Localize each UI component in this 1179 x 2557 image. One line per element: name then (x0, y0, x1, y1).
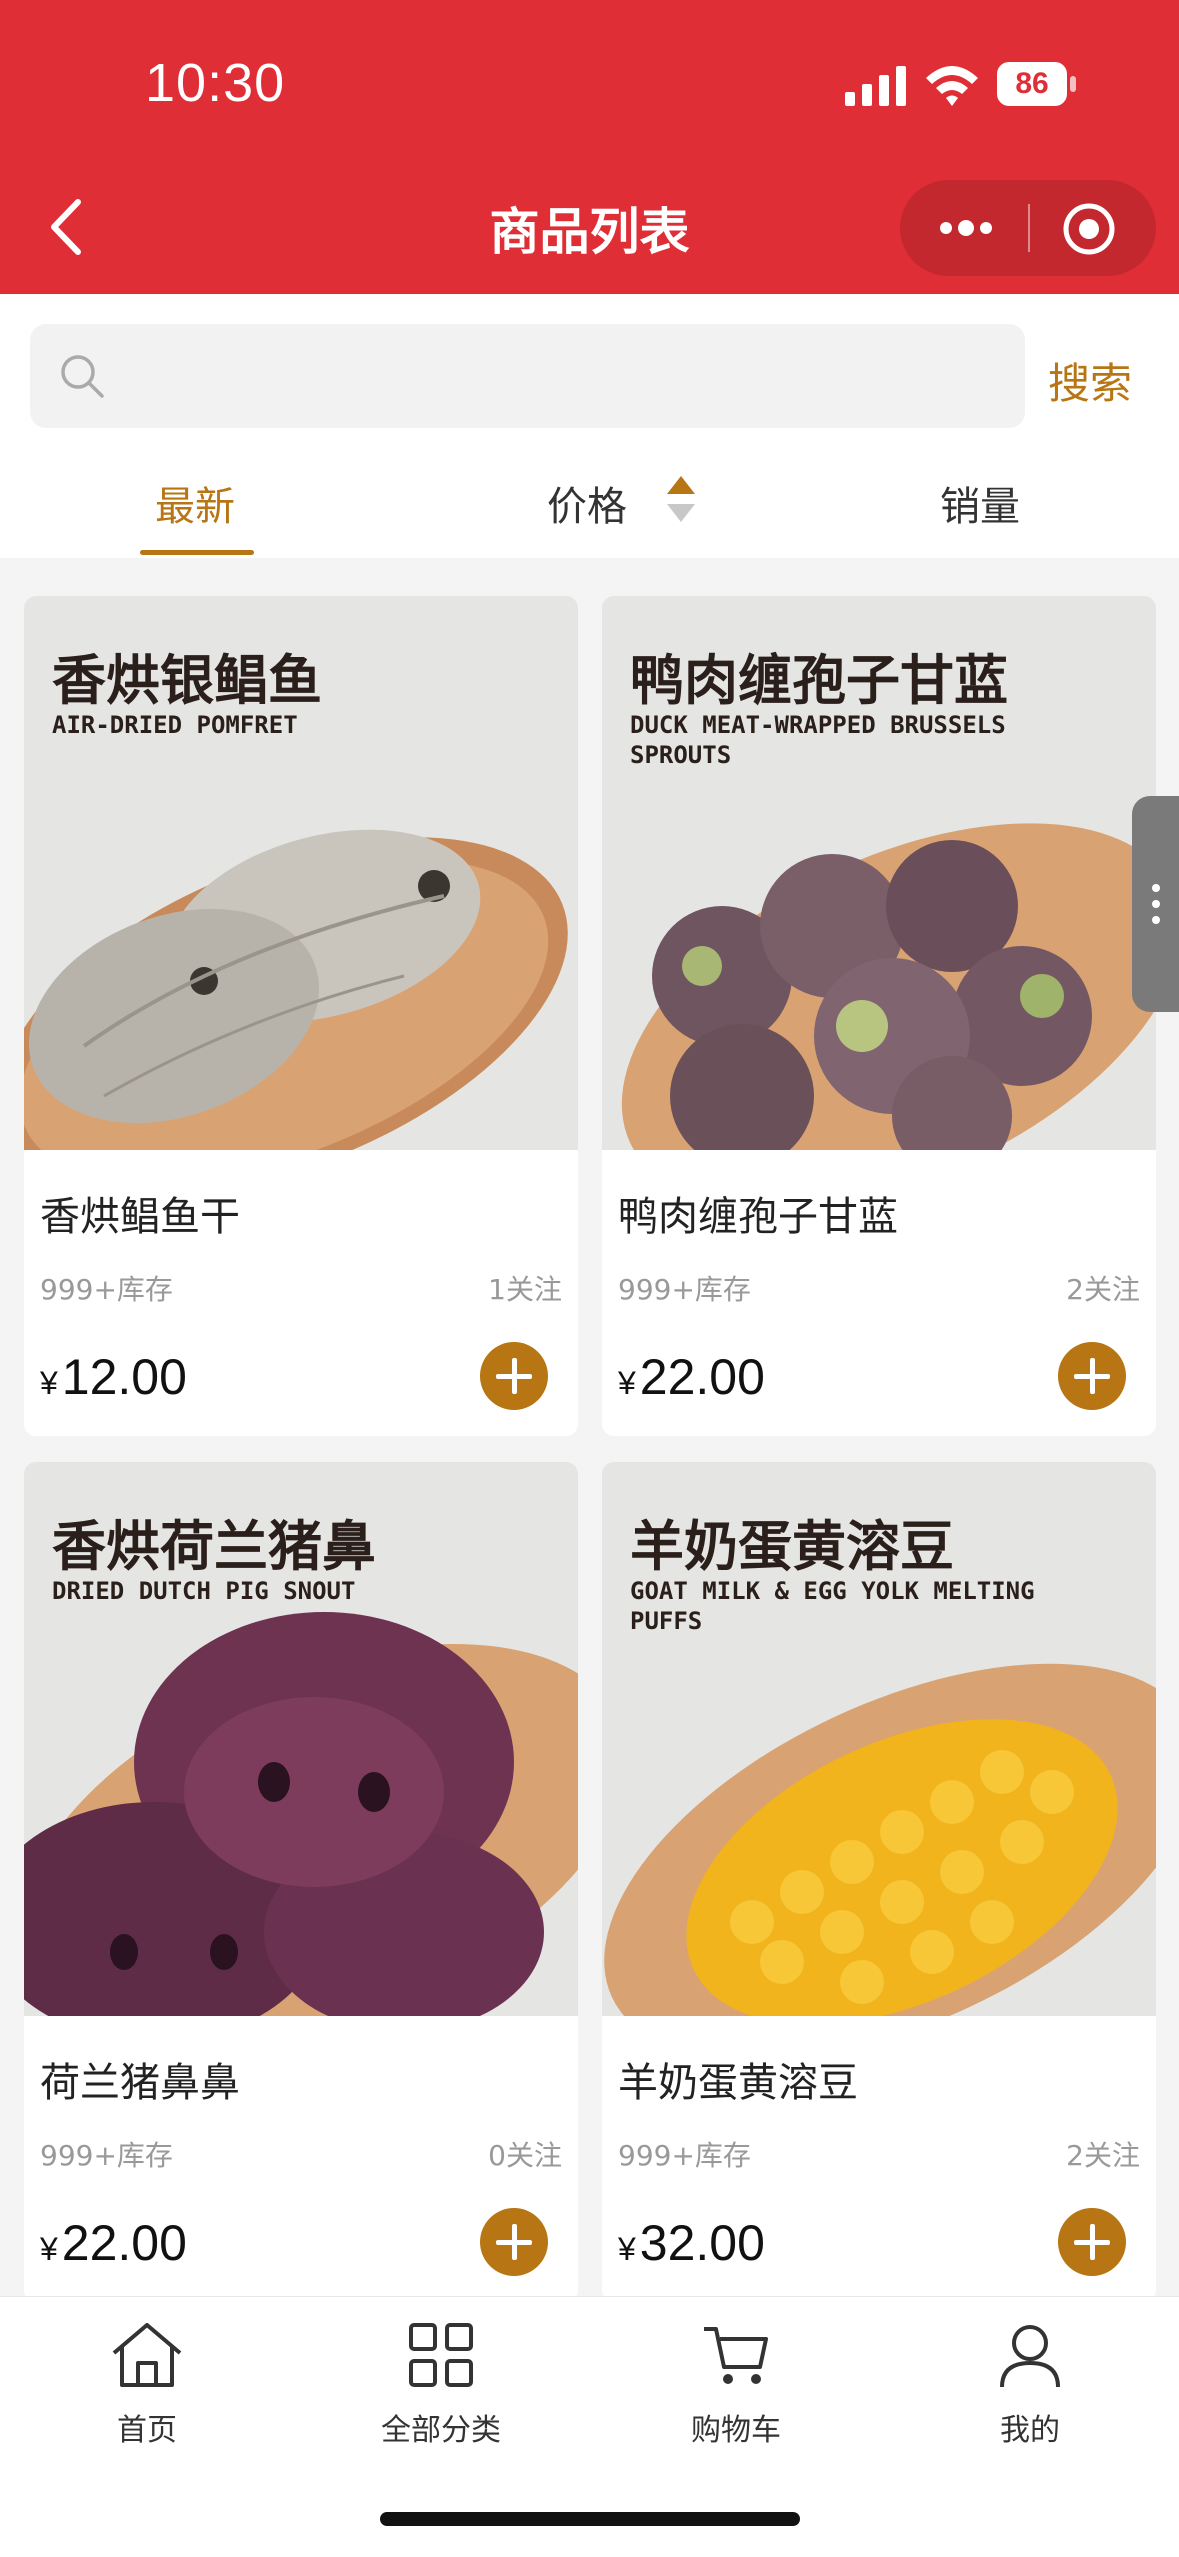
image-subtitle: AIR-DRIED POMFRET (52, 711, 298, 739)
product-stock: 999+库存 (40, 1273, 173, 1306)
product-name[interactable]: 香烘鲳鱼干 (40, 1184, 240, 1242)
product-stock: 999+库存 (618, 1273, 751, 1306)
product-price: ¥32.00 (618, 2214, 765, 2272)
tab-cart[interactable]: 购物车 (646, 2319, 826, 2449)
product-name[interactable]: 荷兰猪鼻鼻 (40, 2050, 240, 2108)
signal-icon (845, 66, 906, 106)
price-value: 32.00 (639, 2215, 765, 2271)
tab-label: 首页 (117, 2413, 177, 2448)
add-to-cart-button[interactable] (1058, 2208, 1126, 2276)
product-price: ¥22.00 (40, 2214, 187, 2272)
search-icon (61, 355, 104, 398)
product-name[interactable]: 羊奶蛋黄溶豆 (618, 2050, 858, 2108)
close-target-icon[interactable] (1062, 202, 1116, 256)
search-button[interactable]: 搜索 (1048, 350, 1132, 411)
product-name[interactable]: 鸭肉缠孢子甘蓝 (618, 1184, 898, 1242)
product-price: ¥22.00 (618, 1348, 765, 1406)
currency-symbol: ¥ (40, 2231, 58, 2267)
image-title: 香烘荷兰猪鼻 (52, 1515, 376, 1578)
floating-side-handle[interactable] (1132, 796, 1179, 1012)
product-stock: 999+库存 (40, 2139, 173, 2172)
add-to-cart-button[interactable] (1058, 1342, 1126, 1410)
tab-label: 我的 (1000, 2413, 1060, 2448)
add-to-cart-button[interactable] (480, 2208, 548, 2276)
cart-icon (704, 2327, 768, 2384)
sort-tab-price[interactable]: 价格 (547, 474, 627, 532)
image-title: 羊奶蛋黄溶豆 (630, 1515, 954, 1578)
currency-symbol: ¥ (618, 1365, 636, 1401)
battery-level: 86 (1015, 67, 1049, 100)
tab-categories[interactable]: 全部分类 (351, 2319, 531, 2449)
price-value: 12.00 (61, 1349, 187, 1405)
user-icon (1000, 2325, 1060, 2388)
active-tab-indicator (140, 550, 254, 555)
mini-program-capsule (900, 180, 1156, 276)
wifi-icon (926, 66, 978, 106)
sort-arrows-icon[interactable] (664, 472, 698, 528)
product-price: ¥12.00 (40, 1348, 187, 1406)
product-follow-count: 2关注 (1066, 1273, 1140, 1306)
currency-symbol: ¥ (40, 1365, 58, 1401)
product-card[interactable]: 香烘银鲳鱼 AIR-DRIED POMFRET 香烘鲳鱼干 999+库存 1关注… (24, 596, 578, 1436)
sort-tab-latest[interactable]: 最新 (155, 474, 235, 532)
image-subtitle: DRIED DUTCH PIG SNOUT (52, 1577, 356, 1605)
price-value: 22.00 (61, 2215, 187, 2271)
home-indicator (380, 2512, 800, 2526)
price-value: 22.00 (639, 1349, 765, 1405)
tab-label: 购物车 (691, 2413, 781, 2448)
sort-tab-sales[interactable]: 销量 (940, 474, 1020, 532)
product-image[interactable]: 香烘荷兰猪鼻 DRIED DUTCH PIG SNOUT (24, 1462, 578, 2016)
more-icon[interactable] (936, 210, 996, 246)
search-box[interactable] (30, 324, 1025, 430)
search-input[interactable] (126, 324, 1010, 430)
tab-profile[interactable]: 我的 (940, 2319, 1120, 2449)
currency-symbol: ¥ (618, 2231, 636, 2267)
image-title: 鸭肉缠孢子甘蓝 (630, 649, 1008, 712)
app-header: 10:30 86 商品列表 (0, 0, 1179, 294)
product-card[interactable]: 香烘荷兰猪鼻 DRIED DUTCH PIG SNOUT 荷兰猪鼻鼻 999+库… (24, 1462, 578, 2302)
tab-home[interactable]: 首页 (57, 2319, 237, 2449)
tab-label: 全部分类 (381, 2413, 501, 2448)
product-image[interactable]: 鸭肉缠孢子甘蓝 DUCK MEAT-WRAPPED BRUSSELS SPROU… (602, 596, 1156, 1150)
product-follow-count: 0关注 (488, 2139, 562, 2172)
product-card[interactable]: 羊奶蛋黄溶豆 GOAT MILK & EGG YOLK MELTING PUFF… (602, 1462, 1156, 2302)
image-title: 香烘银鲳鱼 (52, 649, 322, 712)
product-image[interactable]: 香烘银鲳鱼 AIR-DRIED POMFRET (24, 596, 578, 1150)
home-icon (112, 2323, 182, 2387)
product-card[interactable]: 鸭肉缠孢子甘蓝 DUCK MEAT-WRAPPED BRUSSELS SPROU… (602, 596, 1156, 1436)
add-to-cart-button[interactable] (480, 1342, 548, 1410)
grid-icon (409, 2323, 473, 2387)
sort-tabs: 最新 价格 销量 (0, 444, 1179, 558)
image-subtitle: DUCK MEAT-WRAPPED BRUSSELS SPROUTS (630, 711, 1006, 769)
product-follow-count: 2关注 (1066, 2139, 1140, 2172)
status-time: 10:30 (145, 53, 286, 113)
product-follow-count: 1关注 (488, 1273, 562, 1306)
battery-indicator: 86 (997, 62, 1077, 106)
product-stock: 999+库存 (618, 2139, 751, 2172)
search-bar: 搜索 (0, 294, 1179, 444)
product-image[interactable]: 羊奶蛋黄溶豆 GOAT MILK & EGG YOLK MELTING PUFF… (602, 1462, 1156, 2016)
image-subtitle: GOAT MILK & EGG YOLK MELTING PUFFS (630, 1577, 1035, 1635)
